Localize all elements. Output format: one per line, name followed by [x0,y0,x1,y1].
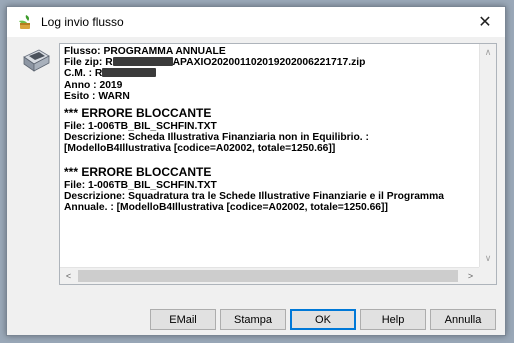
vertical-scrollbar[interactable]: ∧ ∨ [479,44,496,267]
log-line-esito: Esito : WARN [64,90,130,102]
email-button[interactable]: EMail [150,309,216,330]
drive-icon [23,49,50,72]
error-file: File: 1-006TB_BIL_SCHFIN.TXT [64,121,217,133]
error-file: File: 1-006TB_BIL_SCHFIN.TXT [64,179,217,191]
help-button[interactable]: Help [360,309,426,330]
error-detail: Annuale. : [ModelloB4Illustrativa [codic… [64,202,388,214]
close-icon: ✕ [478,14,492,31]
error-description: Descrizione: Scheda Illustrativa Finanzi… [64,132,369,144]
horizontal-scroll-thumb[interactable] [78,270,458,282]
scroll-right-icon[interactable]: > [462,268,479,284]
log-content: Flusso: PROGRAMMA ANNUALE File zip: R APA… [62,46,478,266]
log-line-flusso: Flusso: PROGRAMMA ANNUALE [64,46,226,57]
button-bar: EMail Stampa OK Help Annulla [7,309,505,331]
log-dialog: Log invio flusso ✕ Flusso: PROGRAMMA ANN… [6,6,506,336]
redaction [112,57,173,67]
error-description: Descrizione: Squadratura tra le Schede I… [64,190,444,202]
log-line-anno: Anno : 2019 [64,79,123,91]
scroll-left-icon[interactable]: < [60,268,77,284]
print-button[interactable]: Stampa [220,309,286,330]
log-line-cm: C.M. : R [64,68,478,79]
ok-button[interactable]: OK [290,309,356,330]
log-text-area[interactable]: Flusso: PROGRAMMA ANNUALE File zip: R APA… [59,43,497,285]
app-logo-icon [19,15,30,29]
error-title: *** ERRORE BLOCCANTE [64,106,212,121]
title-bar[interactable]: Log invio flusso ✕ [7,7,505,37]
scroll-up-icon[interactable]: ∧ [480,44,496,61]
redaction [102,68,157,78]
error-title: *** ERRORE BLOCCANTE [64,164,212,179]
cancel-button[interactable]: Annulla [430,309,496,330]
scrollbar-corner [479,267,496,284]
scroll-down-icon[interactable]: ∨ [480,250,496,267]
close-button[interactable]: ✕ [465,7,505,37]
horizontal-scrollbar[interactable]: < > [60,267,479,284]
log-line-file-zip: File zip: R APAXIO20200110201920200622171… [64,57,366,69]
error-detail: [ModelloB4Illustrativa [codice=A02002, t… [64,143,336,155]
window-title: Log invio flusso [41,15,124,29]
